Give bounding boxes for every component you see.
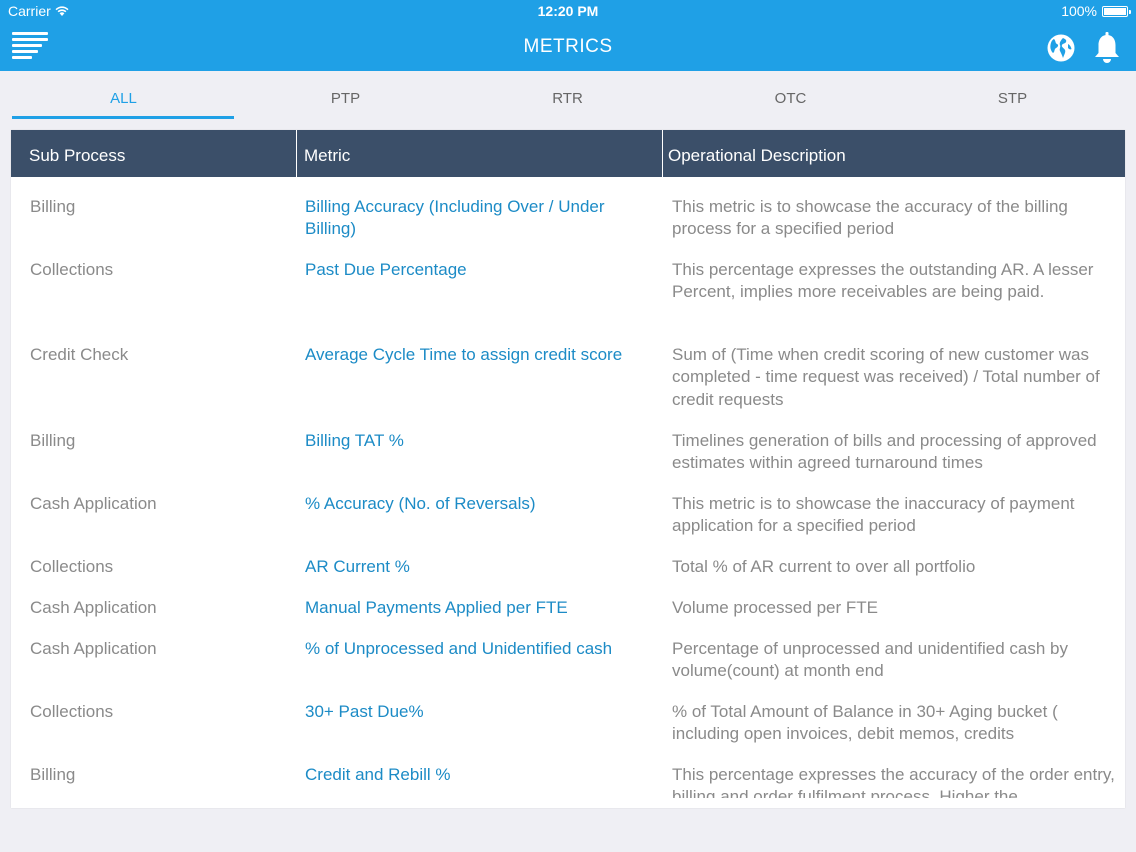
sub-process-cell: Collections: [30, 557, 114, 576]
metric-link[interactable]: Billing TAT %: [305, 430, 650, 452]
globe-icon[interactable]: [1046, 33, 1076, 63]
sub-process-cell: Credit Check: [30, 345, 129, 364]
metric-link[interactable]: Average Cycle Time to assign credit scor…: [305, 344, 650, 366]
description-cell: This percentage expresses the accuracy o…: [672, 765, 1115, 798]
column-header-operational-description: Operational Description: [662, 130, 1125, 177]
metrics-table: Sub Process Metric Operational Descripti…: [11, 130, 1125, 808]
description-cell: Volume processed per FTE: [672, 598, 878, 617]
table-row[interactable]: Cash Application Manual Payments Applied…: [11, 578, 1125, 619]
table-row[interactable]: Collections Past Due Percentage This per…: [11, 240, 1125, 325]
description-cell: This metric is to showcase the inaccurac…: [672, 494, 1075, 536]
column-header-metric: Metric: [296, 130, 662, 177]
metric-link[interactable]: % Accuracy (No. of Reversals): [305, 493, 650, 515]
nav-bar: METRICS: [0, 22, 1136, 71]
tab-otc[interactable]: OTC: [679, 71, 902, 123]
table-row[interactable]: Collections 30+ Past Due% % of Total Amo…: [11, 682, 1125, 745]
battery-indicator: 100%: [1061, 3, 1131, 19]
clock: 12:20 PM: [537, 3, 599, 19]
page-title: METRICS: [523, 36, 613, 57]
table-row[interactable]: Cash Application % Accuracy (No. of Reve…: [11, 474, 1125, 537]
tab-ptp[interactable]: PTP: [234, 71, 457, 123]
status-bar: Carrier 12:20 PM 100%: [0, 0, 1136, 22]
active-tab-indicator: [12, 116, 234, 119]
table-row[interactable]: Collections AR Current % Total % of AR c…: [11, 537, 1125, 578]
metric-link[interactable]: Credit and Rebill %: [305, 764, 650, 786]
metric-link[interactable]: Billing Accuracy (Including Over / Under…: [305, 196, 650, 241]
sub-process-cell: Collections: [30, 260, 114, 279]
table-row[interactable]: Cash Application % of Unprocessed and Un…: [11, 619, 1125, 682]
column-header-sub-process: Sub Process: [29, 146, 126, 165]
battery-icon: [1102, 5, 1131, 17]
category-tabs: ALL PTP RTR OTC STP: [0, 71, 1136, 123]
table-row[interactable]: Credit Check Average Cycle Time to assig…: [11, 325, 1125, 411]
table-row[interactable]: Billing Credit and Rebill % This percent…: [11, 745, 1125, 798]
sub-process-cell: Cash Application: [30, 494, 157, 513]
sub-process-cell: Collections: [30, 702, 114, 721]
metric-link[interactable]: 30+ Past Due%: [305, 701, 650, 723]
sub-process-cell: Billing: [30, 197, 76, 216]
description-cell: Timelines generation of bills and proces…: [672, 431, 1097, 473]
table-header: Sub Process Metric Operational Descripti…: [11, 130, 1125, 177]
metric-link[interactable]: Past Due Percentage: [305, 259, 650, 281]
tab-rtr[interactable]: RTR: [456, 71, 679, 123]
table-row[interactable]: Billing Billing TAT % Timelines generati…: [11, 411, 1125, 474]
table-body[interactable]: Billing Billing Accuracy (Including Over…: [11, 177, 1125, 798]
metric-link[interactable]: % of Unprocessed and Unidentified cash: [305, 638, 650, 660]
metric-link[interactable]: AR Current %: [305, 556, 650, 578]
tab-stp[interactable]: STP: [901, 71, 1124, 123]
sub-process-cell: Cash Application: [30, 598, 157, 617]
bell-icon[interactable]: [1092, 31, 1122, 65]
description-cell: Total % of AR current to over all portfo…: [672, 557, 976, 576]
description-cell: Sum of (Time when credit scoring of new …: [672, 345, 1100, 409]
description-cell: This percentage expresses the outstandin…: [672, 260, 1094, 302]
sub-process-cell: Billing: [30, 765, 76, 784]
description-cell: % of Total Amount of Balance in 30+ Agin…: [672, 702, 1058, 744]
description-cell: This metric is to showcase the accuracy …: [672, 197, 1068, 239]
metric-link[interactable]: Manual Payments Applied per FTE: [305, 597, 650, 619]
table-row[interactable]: Billing Billing Accuracy (Including Over…: [11, 177, 1125, 240]
sub-process-cell: Cash Application: [30, 639, 157, 658]
sub-process-cell: Billing: [30, 431, 76, 450]
battery-percent: 100%: [1061, 3, 1097, 19]
description-cell: Percentage of unprocessed and unidentifi…: [672, 639, 1068, 681]
